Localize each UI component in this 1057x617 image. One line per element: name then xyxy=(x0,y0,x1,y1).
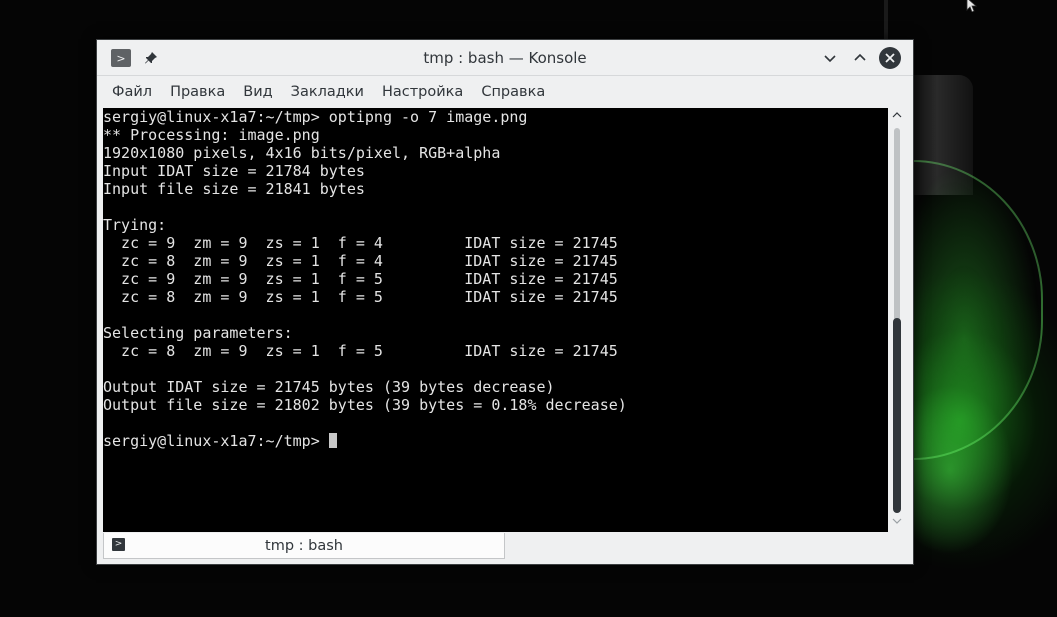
menu-edit[interactable]: Правка xyxy=(161,78,234,106)
terminal-prompt-line[interactable]: sergiy@linux-x1a7:~/tmp> xyxy=(103,432,888,450)
terminal-view[interactable]: sergiy@linux-x1a7:~/tmp> optipng -o 7 im… xyxy=(103,108,888,532)
window-titlebar[interactable]: > tmp : bash — Konsole xyxy=(97,40,913,76)
menu-settings[interactable]: Настройка xyxy=(373,78,472,106)
session-tab[interactable]: tmp : bash > xyxy=(103,533,505,559)
terminal-line: zc = 8 zm = 9 zs = 1 f = 5 IDAT size = 2… xyxy=(103,288,618,306)
chevron-up-icon xyxy=(892,112,902,118)
terminal-line: sergiy@linux-x1a7:~/tmp> optipng -o 7 im… xyxy=(103,108,528,126)
menubar: Файл Правка Вид Закладки Настройка Справ… xyxy=(97,78,913,106)
menu-file[interactable]: Файл xyxy=(103,78,161,106)
mouse-pointer-icon xyxy=(966,0,978,12)
minimize-button[interactable] xyxy=(819,47,841,69)
session-tab-label: tmp : bash xyxy=(265,538,343,554)
chevron-down-icon xyxy=(892,518,902,524)
terminal-line: Output IDAT size = 21745 bytes (39 bytes… xyxy=(103,378,555,396)
terminal-line: Input file size = 21841 bytes xyxy=(103,180,365,198)
wallpaper-bulb-cord xyxy=(884,0,888,40)
terminal-line: Selecting parameters: xyxy=(103,324,293,342)
scroll-up-icon[interactable] xyxy=(889,110,905,124)
text-cursor xyxy=(328,433,337,448)
terminal-line: zc = 8 zm = 9 zs = 1 f = 5 IDAT size = 2… xyxy=(103,342,618,360)
terminal-line: Input IDAT size = 21784 bytes xyxy=(103,162,365,180)
chevron-down-icon xyxy=(824,55,836,63)
terminal-scrollbar[interactable] xyxy=(889,108,905,532)
window-title: tmp : bash — Konsole xyxy=(423,49,587,67)
terminal-line: ** Processing: image.png xyxy=(103,126,320,144)
chevron-up-icon xyxy=(854,53,866,61)
close-button[interactable] xyxy=(879,47,901,69)
scroll-down-icon[interactable] xyxy=(889,516,905,530)
close-icon xyxy=(885,53,895,63)
terminal-line: zc = 9 zm = 9 zs = 1 f = 5 IDAT size = 2… xyxy=(103,270,618,288)
menu-view[interactable]: Вид xyxy=(234,78,281,106)
terminal-icon: > xyxy=(112,538,125,551)
terminal-line: Output file size = 21802 bytes (39 bytes… xyxy=(103,396,627,414)
scrollbar-handle[interactable] xyxy=(893,318,901,513)
konsole-window: > tmp : bash — Konsole Файл Правка Вид З… xyxy=(96,39,914,565)
terminal-prompt: sergiy@linux-x1a7:~/tmp> xyxy=(103,432,329,450)
terminal-line: 1920x1080 pixels, 4x16 bits/pixel, RGB+a… xyxy=(103,144,501,162)
session-tabbar: tmp : bash > xyxy=(97,532,913,564)
menu-help[interactable]: Справка xyxy=(472,78,554,106)
terminal-line: zc = 8 zm = 9 zs = 1 f = 4 IDAT size = 2… xyxy=(103,252,618,270)
terminal-line: Trying: xyxy=(103,216,167,234)
terminal-line: zc = 9 zm = 9 zs = 1 f = 4 IDAT size = 2… xyxy=(103,234,618,252)
maximize-button[interactable] xyxy=(849,47,871,69)
menu-bookmarks[interactable]: Закладки xyxy=(282,78,373,106)
